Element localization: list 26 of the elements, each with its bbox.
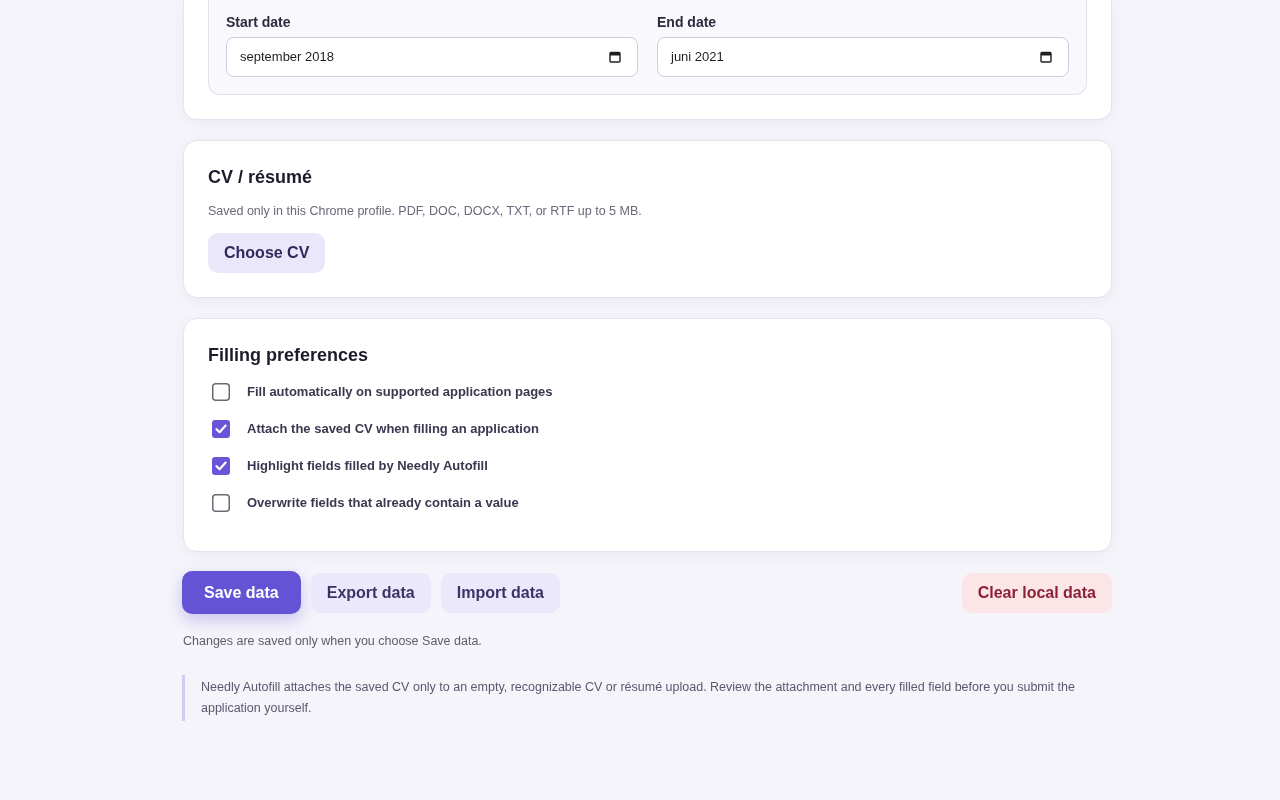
checkbox-label[interactable]: Highlight fields filled by Needly Autofill [247, 456, 488, 476]
calendar-icon[interactable] [609, 51, 621, 63]
section-hint: Saved only in this Chrome profile. PDF, DOC, DOCX, TXT, or RTF up to 5 MB. [208, 203, 642, 220]
checkbox-label[interactable]: Overwrite fields that already contain a value [247, 493, 519, 513]
clear-button[interactable]: Clear local data [961, 572, 1112, 613]
date-field[interactable]: september 2018 [226, 37, 638, 77]
field-label: End date [657, 14, 718, 31]
save-button[interactable]: Save data [182, 571, 301, 614]
calendar-icon[interactable] [1040, 51, 1052, 63]
action-button[interactable]: Export data [310, 572, 431, 613]
date-value: juni 2021 [671, 48, 724, 67]
choose-cv-button[interactable]: Choose CV [208, 233, 326, 273]
action-button[interactable]: Import data [440, 572, 560, 613]
checkbox-label[interactable]: Attach the saved CV when filling an application [247, 419, 539, 439]
section-title: Filling preferences [208, 344, 370, 367]
field-label: Start date [226, 14, 292, 31]
checkbox-checked-icon[interactable] [212, 457, 230, 475]
checkbox-empty-icon[interactable] [212, 494, 230, 512]
checkbox-empty-icon[interactable] [212, 383, 230, 401]
notice-text: Needly Autofill attaches the saved CV only to an empty, recognizable CV or résumé upload. Review the attachment and every filled field before you submit the application yourself. [201, 679, 1076, 717]
date-field[interactable]: juni 2021 [657, 37, 1069, 77]
save-note: Changes are saved only when you choose Save data. [183, 633, 483, 650]
section-title: CV / résumé [208, 166, 313, 189]
date-value: september 2018 [240, 48, 334, 67]
checkbox-checked-icon[interactable] [212, 420, 230, 438]
checkbox-label[interactable]: Fill automatically on supported application pages [247, 382, 553, 402]
